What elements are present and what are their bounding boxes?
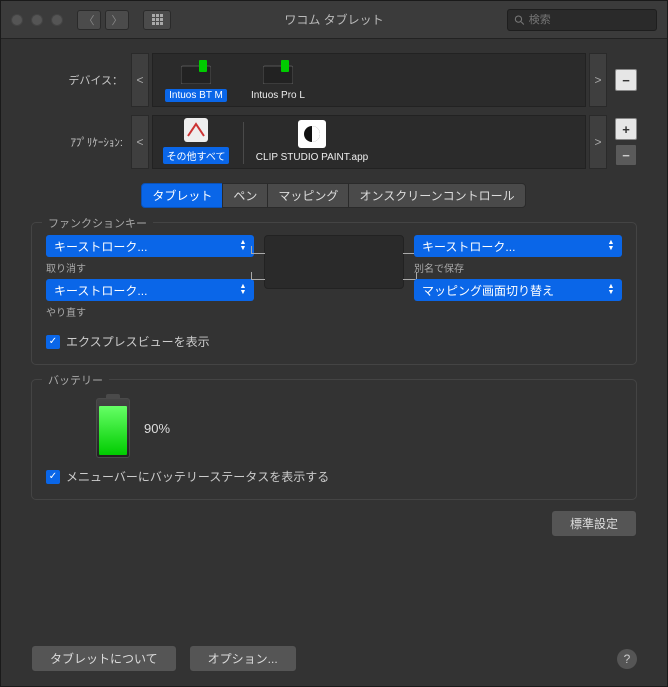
- app-item-clip-studio[interactable]: CLIP STUDIO PAINT.app: [252, 118, 372, 164]
- app-label: ｱﾌﾟﾘｹｰｼｮﾝ:: [31, 134, 131, 150]
- battery-menu-check[interactable]: ✓ メニューバーにバッテリーステータスを表示する: [46, 468, 622, 485]
- grid-button[interactable]: [143, 10, 171, 30]
- forward-button[interactable]: 〉: [105, 10, 129, 30]
- app-icon: [180, 114, 212, 146]
- function-keys-title: ファンクションキー: [42, 215, 153, 231]
- battery-group: バッテリー 90% ✓ メニューバーにバッテリーステータスを表示する: [31, 379, 637, 500]
- options-button[interactable]: オプション...: [189, 645, 297, 672]
- chevron-updown-icon: ▲▼: [235, 235, 251, 257]
- device-next[interactable]: >: [589, 53, 607, 107]
- chevron-updown-icon: ▲▼: [603, 235, 619, 257]
- tab-tablet[interactable]: タブレット: [141, 183, 223, 208]
- checkbox-icon: ✓: [46, 335, 60, 349]
- search-input[interactable]: [529, 14, 650, 26]
- divider: [243, 122, 244, 164]
- chevron-updown-icon: ▲▼: [603, 279, 619, 301]
- tablet-icon: [180, 56, 212, 88]
- search-field[interactable]: [507, 9, 657, 31]
- preferences-window: 〈 〉 ワコム タブレット デバイス： < Intuos BT M: [0, 0, 668, 687]
- device-row: デバイス： < Intuos BT M Intuos Pro L >: [31, 53, 637, 107]
- add-app-button[interactable]: +: [615, 118, 637, 140]
- minimize-button[interactable]: [31, 14, 43, 26]
- fk-left-top-select[interactable]: キーストローク... ▲▼: [46, 235, 254, 257]
- remove-app-button[interactable]: −: [615, 144, 637, 166]
- device-prev[interactable]: <: [131, 53, 149, 107]
- content-area: デバイス： < Intuos BT M Intuos Pro L >: [1, 39, 667, 686]
- device-strip: Intuos BT M Intuos Pro L: [152, 53, 586, 107]
- defaults-button[interactable]: 標準設定: [551, 510, 637, 537]
- app-item-all-others[interactable]: その他すべて: [157, 114, 235, 164]
- close-button[interactable]: [11, 14, 23, 26]
- device-item-intuos-bt-m[interactable]: Intuos BT M: [157, 56, 235, 102]
- battery-menu-label: メニューバーにバッテリーステータスを表示する: [66, 468, 329, 485]
- app-prev[interactable]: <: [131, 115, 149, 169]
- tab-onscreen[interactable]: オンスクリーンコントロール: [348, 183, 525, 208]
- back-button[interactable]: 〈: [77, 10, 101, 30]
- about-tablet-button[interactable]: タブレットについて: [31, 645, 177, 672]
- battery-level: [99, 406, 127, 455]
- search-icon: [514, 14, 525, 26]
- traffic-lights: [11, 14, 63, 26]
- app-row: ｱﾌﾟﾘｹｰｼｮﾝ: < その他すべて CLIP STUDIO PAINT.ap…: [31, 115, 637, 169]
- app-icon: [296, 118, 328, 150]
- tab-mapping[interactable]: マッピング: [267, 183, 349, 208]
- help-button[interactable]: ?: [617, 649, 637, 669]
- fk-right-top-sub: 別名で保存: [414, 260, 622, 275]
- titlebar: 〈 〉 ワコム タブレット: [1, 1, 667, 39]
- footer: タブレットについて オプション... ?: [31, 645, 637, 672]
- fk-right-top-select[interactable]: キーストローク... ▲▼: [414, 235, 622, 257]
- battery-icon: [96, 398, 130, 458]
- fk-left-bottom-select[interactable]: キーストローク... ▲▼: [46, 279, 254, 301]
- express-view-check[interactable]: ✓ エクスプレスビューを表示: [46, 333, 622, 350]
- tab-pen[interactable]: ペン: [222, 183, 268, 208]
- battery-title: バッテリー: [42, 372, 109, 388]
- app-next[interactable]: >: [589, 115, 607, 169]
- battery-percent: 90%: [144, 421, 170, 436]
- fk-left-top-sub: 取り消す: [46, 260, 254, 275]
- function-keys-group: ファンクションキー キーストローク... ▲▼ 取り消す キーストローク... …: [31, 222, 637, 365]
- fk-right-bottom-select[interactable]: マッピング画面切り替え ▲▼: [414, 279, 622, 301]
- settings-tabs: タブレット ペン マッピング オンスクリーンコントロール: [31, 183, 637, 208]
- device-item-intuos-pro-l[interactable]: Intuos Pro L: [239, 56, 317, 102]
- express-view-label: エクスプレスビューを表示: [66, 333, 210, 350]
- chevron-updown-icon: ▲▼: [235, 279, 251, 301]
- tablet-icon: [262, 56, 294, 88]
- fk-left-bottom-sub: やり直す: [46, 304, 254, 319]
- tablet-preview: [264, 235, 404, 289]
- checkbox-icon: ✓: [46, 470, 60, 484]
- device-label: デバイス：: [31, 72, 131, 88]
- maximize-button[interactable]: [51, 14, 63, 26]
- app-strip: その他すべて CLIP STUDIO PAINT.app: [152, 115, 586, 169]
- remove-device-button[interactable]: −: [615, 69, 637, 91]
